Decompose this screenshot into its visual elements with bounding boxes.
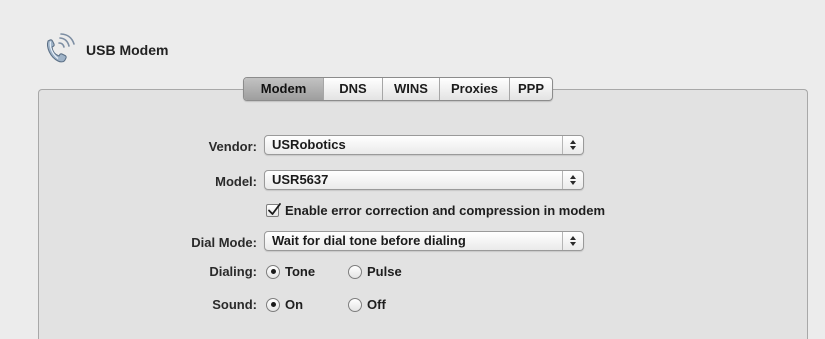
error-correction-option[interactable]: Enable error correction and compression … [266,203,605,218]
dialing-tone-option[interactable]: Tone [266,264,315,279]
tab-wins[interactable]: WINS [382,78,439,100]
sound-off-label: Off [367,297,386,312]
model-label: Model: [215,174,257,189]
error-correction-label: Enable error correction and compression … [285,203,606,218]
model-popup[interactable]: USR5637 [264,170,584,190]
sound-on-option[interactable]: On [266,297,303,312]
updown-arrows-icon [562,136,583,154]
dialing-label: Dialing: [209,264,257,279]
error-correction-checkbox[interactable] [266,203,281,217]
dialing-pulse-radio[interactable] [348,264,362,279]
updown-arrows-icon [562,171,583,189]
dialing-tone-radio[interactable] [266,264,280,279]
updown-arrows-icon [562,232,583,250]
vendor-label: Vendor: [208,139,257,154]
vendor-popup[interactable]: USRobotics [264,135,584,155]
dial-mode-label: Dial Mode: [191,235,257,250]
dialing-pulse-option[interactable]: Pulse [348,264,402,279]
vendor-value: USRobotics [272,137,346,152]
sound-on-label: On [285,297,304,312]
sound-off-radio[interactable] [348,297,362,312]
tab-ppp[interactable]: PPP [509,78,552,100]
modem-phone-icon [47,33,75,63]
dial-mode-popup[interactable]: Wait for dial tone before dialing [264,231,584,251]
dialing-tone-label: Tone [285,264,316,279]
pane-header: USB Modem [42,30,168,70]
sound-off-option[interactable]: Off [348,297,386,312]
tab-modem[interactable]: Modem [244,78,323,100]
tab-bar: Modem DNS WINS Proxies PPP [243,77,553,101]
dialing-pulse-label: Pulse [367,264,402,279]
checkmark-icon [268,203,281,215]
tab-proxies[interactable]: Proxies [439,78,509,100]
tab-dns[interactable]: DNS [323,78,382,100]
sound-label: Sound: [212,297,257,312]
sound-on-radio[interactable] [266,297,280,312]
dial-mode-value: Wait for dial tone before dialing [272,233,466,248]
model-value: USR5637 [272,172,329,187]
page-title: USB Modem [86,42,169,58]
